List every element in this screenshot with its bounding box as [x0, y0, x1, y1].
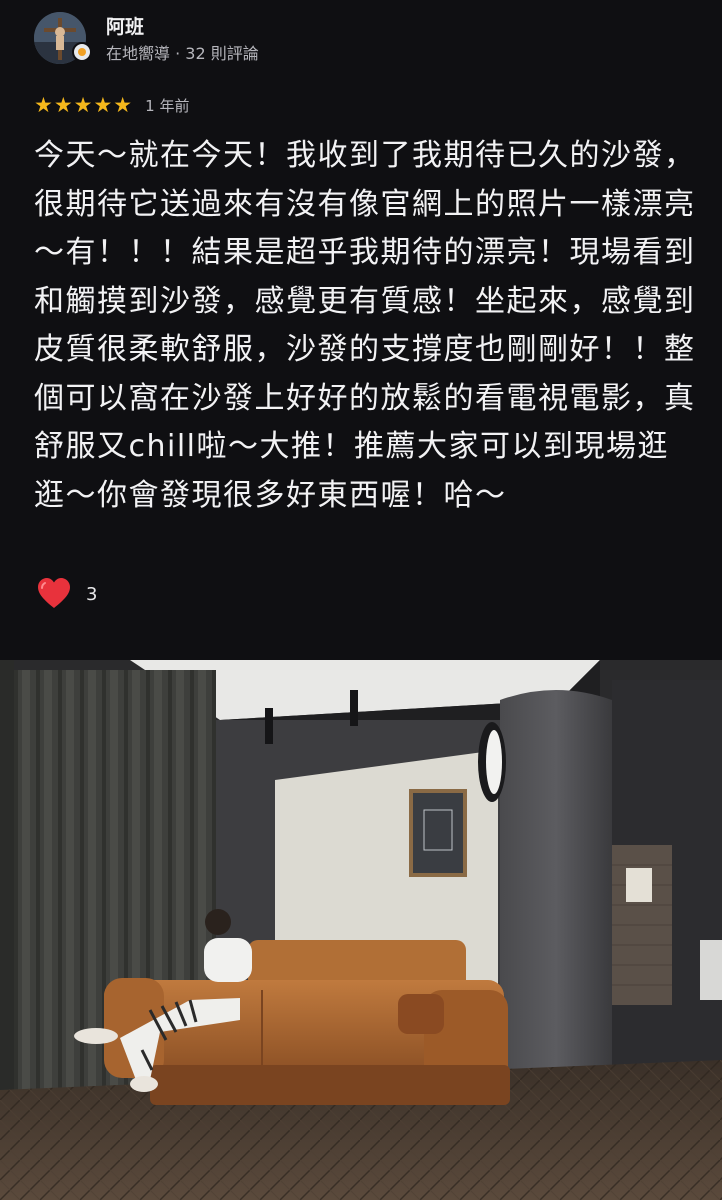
reaction-count: 3	[86, 583, 98, 605]
review-text: 今天～就在今天！我收到了我期待已久的沙發，很期待它送過來有沒有像官網上的照片一樣…	[34, 138, 696, 513]
heart-icon	[38, 578, 70, 608]
local-guide-badge-icon	[72, 42, 92, 62]
reviewer-name[interactable]: 阿班	[106, 12, 144, 39]
star-rating-icon: ★★★★★	[34, 93, 134, 117]
review-header: 阿班 在地嚮導 · 32 則評論	[0, 0, 722, 80]
review-photo[interactable]	[0, 660, 722, 1200]
review-time: 1 年前	[145, 96, 190, 115]
reaction-button[interactable]: 3	[36, 576, 97, 612]
reviewer-meta: 在地嚮導 · 32 則評論	[106, 44, 259, 63]
rating-row: ★★★★★ 1 年前	[34, 92, 189, 118]
